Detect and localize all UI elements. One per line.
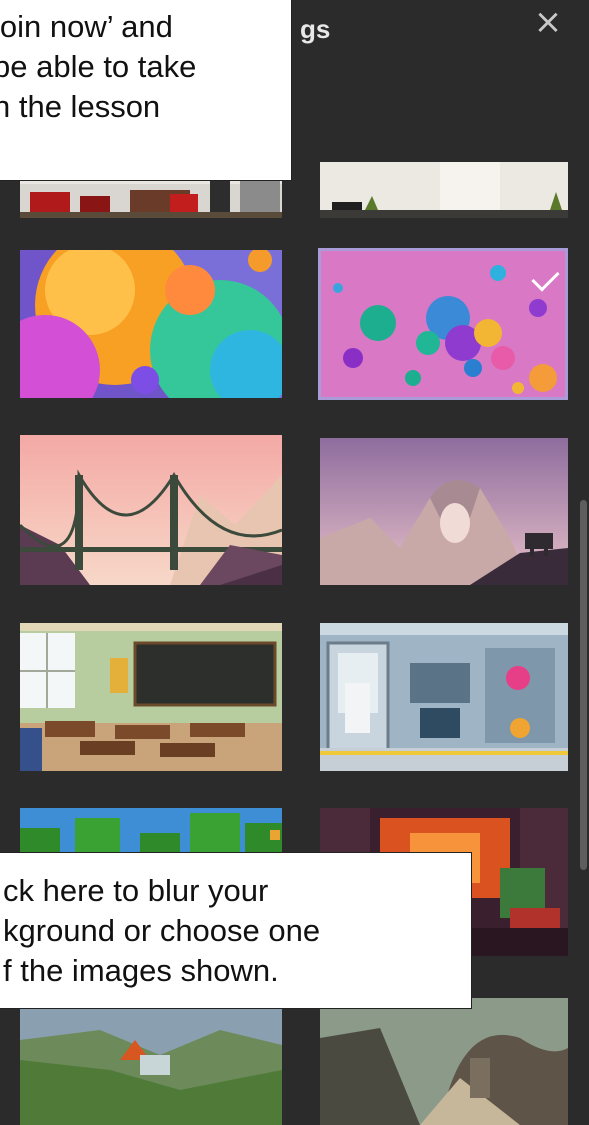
background-space-station-lab[interactable] bbox=[320, 623, 568, 771]
callout-join-now: join now’ and be able to take n the less… bbox=[0, 0, 292, 181]
callout-top-line-3: n the lesson bbox=[0, 89, 161, 124]
background-classroom[interactable] bbox=[20, 623, 282, 771]
callout-blur-background: ck here to blur your kground or choose o… bbox=[0, 852, 472, 1009]
background-colorful-bubbles-large[interactable] bbox=[20, 250, 282, 398]
panel-title: gs bbox=[300, 14, 331, 44]
callout-top-line-1: join now’ and bbox=[0, 9, 173, 44]
background-ruins-path[interactable] bbox=[320, 998, 568, 1125]
callout-bottom-line-2: kground or choose one bbox=[3, 913, 321, 948]
background-minimal-room[interactable] bbox=[320, 162, 568, 218]
callout-top-line-2: be able to take bbox=[0, 49, 197, 84]
callout-bottom-line-3: f the images shown. bbox=[3, 953, 279, 988]
scrollbar-thumb[interactable] bbox=[580, 500, 587, 870]
scrollbar-track[interactable] bbox=[578, 0, 589, 1125]
background-suspension-bridge[interactable] bbox=[20, 435, 282, 585]
background-rock-arch-rover[interactable] bbox=[320, 438, 568, 585]
background-pink-bubbles[interactable] bbox=[318, 248, 568, 400]
callout-bottom-line-1: ck here to blur your bbox=[3, 873, 269, 908]
background-valley-landscape[interactable] bbox=[20, 1000, 282, 1125]
close-icon[interactable]: × bbox=[528, 2, 568, 42]
